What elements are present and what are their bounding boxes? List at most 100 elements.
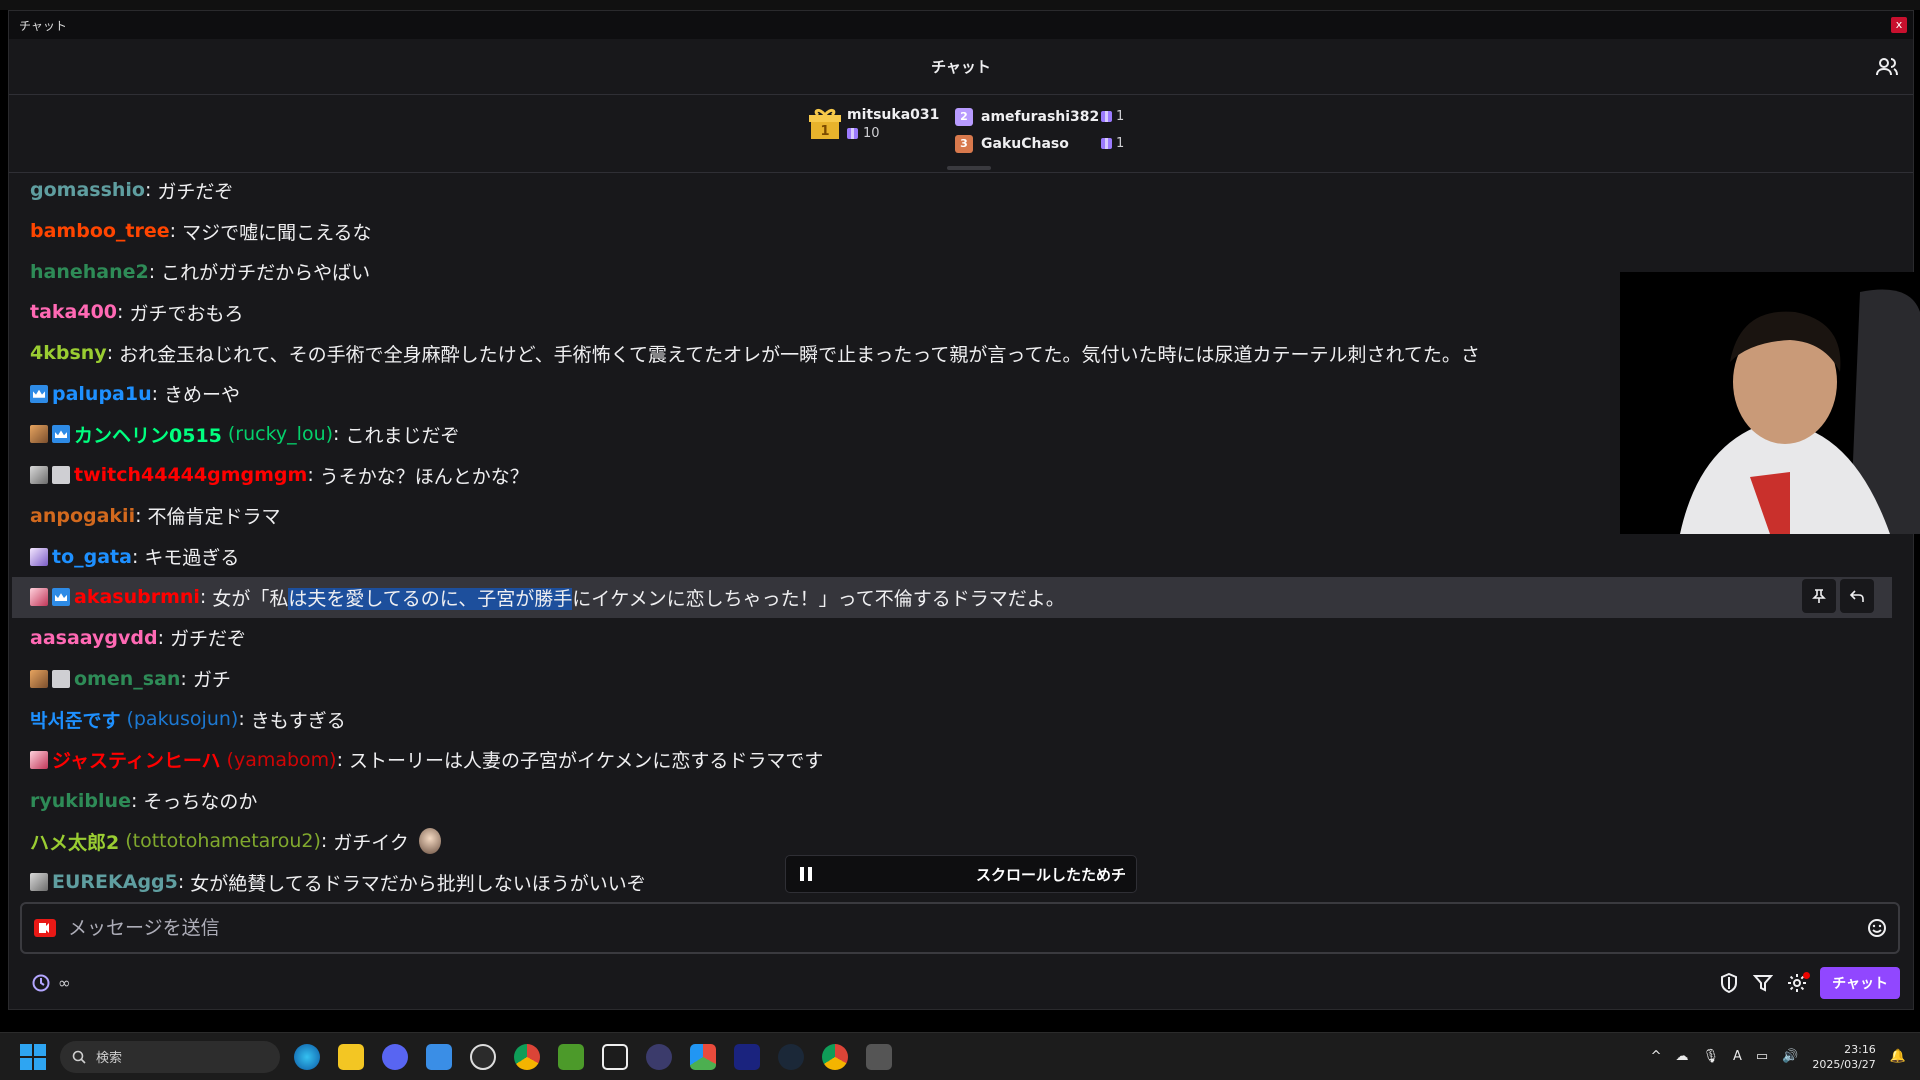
shield-icon[interactable]: [1718, 972, 1740, 994]
discord-icon[interactable]: [382, 1043, 408, 1070]
chat-paused-banner[interactable]: スクロールしたためチ: [786, 856, 1136, 892]
chrome-icon[interactable]: [514, 1043, 540, 1070]
file-explorer-icon[interactable]: [338, 1043, 364, 1070]
chat-login-name[interactable]: (rucky_lou): [228, 423, 333, 445]
chat-message[interactable]: 4kbsny: おれ金玉ねじれて、その手術で全身麻酔したけど、手術怖くて震えてたオ…: [12, 333, 1892, 374]
chat-username[interactable]: EUREKAgg5: [52, 871, 178, 893]
subscriber-badge-icon[interactable]: [52, 425, 70, 444]
chat-username[interactable]: taka400: [30, 301, 117, 323]
chat-login-name[interactable]: (tottotohametarou2): [125, 830, 321, 852]
chat-input-box[interactable]: [20, 902, 1900, 954]
cloud-icon[interactable]: ☁: [1676, 1049, 1689, 1064]
chat-username[interactable]: 4kbsny: [30, 342, 107, 364]
settings-gear-icon[interactable]: [1786, 972, 1811, 994]
network-icon[interactable]: ▭: [1756, 1049, 1768, 1064]
channel-points-area[interactable]: ∞: [20, 972, 71, 994]
chat-username[interactable]: akasubrmni: [74, 586, 200, 608]
emote-picker-icon[interactable]: [1866, 917, 1888, 939]
obs-icon[interactable]: [470, 1043, 496, 1070]
chat-username[interactable]: anpogakii: [30, 505, 135, 527]
steam-icon[interactable]: [778, 1043, 804, 1070]
window-titlebar: チャット x: [9, 11, 1913, 39]
leaderboard-first-count-row: 10: [847, 126, 939, 141]
chat-username[interactable]: カンヘリン0515: [74, 421, 222, 448]
chat-header-title: チャット: [931, 58, 991, 76]
chat-username[interactable]: hanehane2: [30, 261, 149, 283]
triangle-app-icon[interactable]: [690, 1043, 716, 1070]
chat-username[interactable]: aasaaygvdd: [30, 627, 158, 649]
username-separator: :: [238, 708, 245, 731]
chat-message[interactable]: bamboo_tree: マジで嘘に聞こえるな: [12, 211, 1892, 252]
chat-message[interactable]: ryukiblue: そっちなのか: [12, 780, 1892, 821]
taskbar-search[interactable]: 検索: [60, 1040, 280, 1073]
chat-message[interactable]: omen_san: ガチ: [12, 658, 1892, 699]
capcut-icon[interactable]: [602, 1043, 628, 1070]
chat-message-list[interactable]: gomasshio: ガチだぞ bamboo_tree: マジで嘘に聞こえるな hane…: [12, 170, 1892, 900]
user-badge-icon[interactable]: [30, 873, 48, 892]
mute-badge-icon[interactable]: [52, 669, 70, 688]
chat-message[interactable]: palupa1u: きめーや: [12, 373, 1892, 414]
chat-username[interactable]: ryukiblue: [30, 790, 131, 812]
leaderboard-user: amefurashi382: [981, 108, 1100, 125]
chat-message[interactable]: to_gata: キモ過ぎる: [12, 536, 1892, 577]
chat-message[interactable]: 박서준です (pakusojun): きもすぎる: [12, 699, 1892, 740]
user-badge-icon[interactable]: [30, 547, 48, 566]
chat-message-input[interactable]: [68, 917, 1866, 939]
minecraft-icon[interactable]: [558, 1043, 584, 1070]
volume-icon[interactable]: 🔊: [1782, 1049, 1798, 1064]
chat-username[interactable]: omen_san: [74, 668, 180, 690]
username-separator: :: [135, 504, 142, 527]
chat-username[interactable]: to_gata: [52, 546, 132, 568]
user-badge-icon[interactable]: [30, 466, 48, 485]
app-grid-icon[interactable]: [646, 1043, 672, 1070]
chat-message[interactable]: カンヘリン0515 (rucky_lou): これまじだぞ: [12, 414, 1892, 455]
reply-icon[interactable]: [1840, 578, 1874, 613]
microphone-icon[interactable]: 🎙: [1703, 1049, 1720, 1064]
chat-login-name[interactable]: (pakusojun): [126, 708, 238, 730]
windows-start-icon[interactable]: [20, 1043, 46, 1070]
chat-username[interactable]: twitch44444gmgmgm: [74, 464, 307, 486]
window-close-button[interactable]: x: [1891, 17, 1907, 33]
chat-message[interactable]: ジャスティンヒーハ (yamabom): ストーリーは人妻の子宮がイケメンに恋するド…: [12, 740, 1892, 781]
user-badge-icon[interactable]: [30, 588, 48, 607]
send-chat-button[interactable]: チャット: [1820, 967, 1900, 999]
chat-message[interactable]: gomasshio: ガチだぞ: [12, 170, 1892, 211]
chat-username[interactable]: ハメ太郎2: [30, 828, 119, 855]
chat-message[interactable]: akasubrmni: 女が「私は夫を愛してるのに、子宮が勝手にイケメンに恋しちゃ…: [12, 576, 1892, 618]
leaderboard-row[interactable]: 2 amefurashi382 1: [955, 103, 1124, 130]
chat-username[interactable]: 박서준です: [30, 706, 120, 733]
chat-message[interactable]: hanehane2: これがガチだからやばい: [12, 251, 1892, 292]
user-badge-icon[interactable]: [30, 425, 48, 444]
edge-browser-icon[interactable]: [294, 1043, 320, 1070]
notification-bell-icon[interactable]: 🔔: [1890, 1049, 1906, 1064]
chevron-up-icon[interactable]: ^: [1651, 1049, 1662, 1064]
taskbar-clock[interactable]: 23:16 2025/03/27: [1812, 1042, 1875, 1072]
camera-icon[interactable]: [34, 919, 56, 937]
pin-message-icon[interactable]: [1802, 578, 1836, 613]
emote-image[interactable]: [418, 828, 441, 855]
leaderboard-row[interactable]: 3 GakuChaso 1: [955, 130, 1124, 157]
subscriber-badge-icon[interactable]: [30, 384, 48, 403]
unc-app-icon[interactable]: [866, 1043, 892, 1070]
monitor-app-icon[interactable]: [734, 1043, 760, 1070]
chat-message[interactable]: anpogakii: 不倫肯定ドラマ: [12, 496, 1892, 537]
notepad-icon[interactable]: [426, 1043, 452, 1070]
chat-login-name[interactable]: (yamabom): [227, 749, 337, 771]
chat-username[interactable]: gomasshio: [30, 179, 145, 201]
subscriber-badge-icon[interactable]: [52, 588, 70, 607]
chat-username[interactable]: palupa1u: [52, 383, 152, 405]
filter-icon[interactable]: [1752, 972, 1774, 994]
chat-username[interactable]: ジャスティンヒーハ: [52, 746, 221, 773]
username-separator: :: [148, 260, 156, 283]
chrome-icon[interactable]: [822, 1043, 848, 1070]
ime-icon[interactable]: A: [1733, 1049, 1742, 1064]
chat-message[interactable]: twitch44444gmgmgm: うそかな？ほんとかな？: [12, 455, 1892, 496]
user-badge-icon[interactable]: [52, 466, 70, 485]
leaderboard-first[interactable]: 1 mitsuka031 10: [809, 107, 939, 141]
chat-message[interactable]: taka400: ガチでおもろ: [12, 292, 1892, 333]
user-badge-icon[interactable]: [30, 750, 48, 769]
chat-message[interactable]: aasaaygvdd: ガチだぞ: [12, 618, 1892, 659]
chat-username[interactable]: bamboo_tree: [30, 220, 170, 242]
community-users-icon[interactable]: [1875, 55, 1899, 79]
user-badge-icon[interactable]: [30, 669, 48, 688]
